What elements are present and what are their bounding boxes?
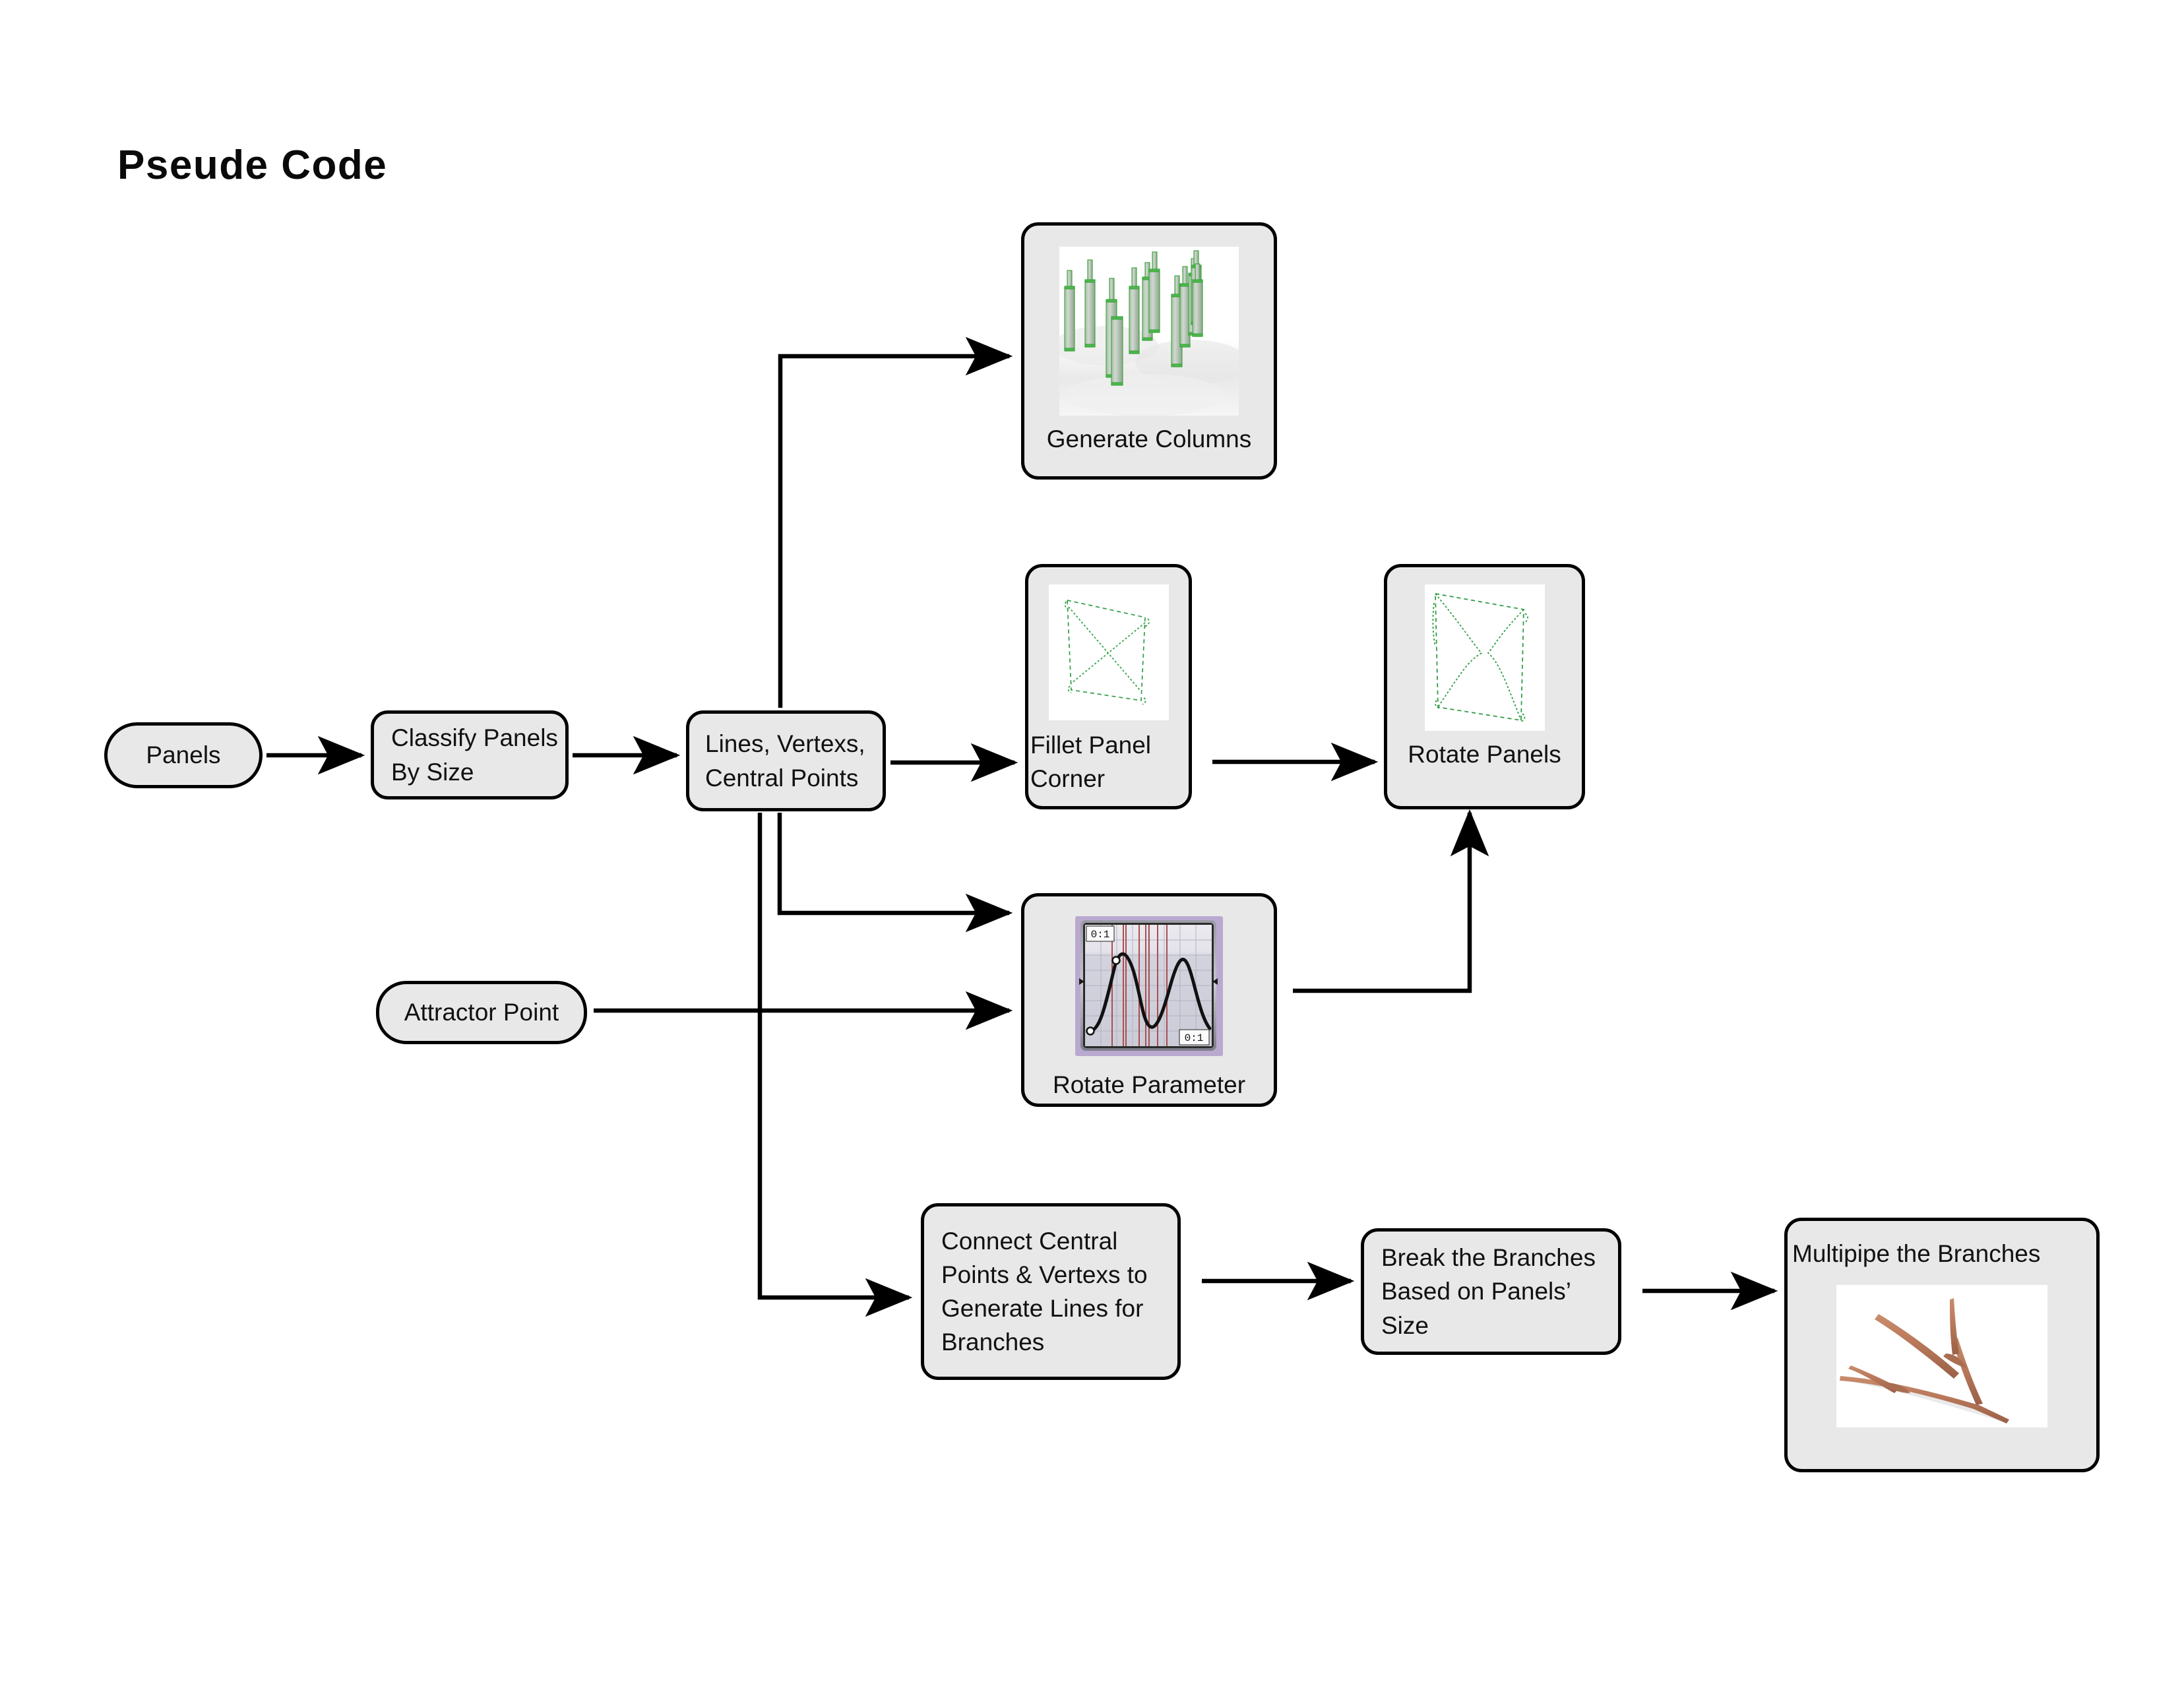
connector-lines-columns: [778, 336, 1013, 708]
generate-columns-thumbnail: [1059, 247, 1239, 416]
node-connect-central-points[interactable]: Connect Central Points & Vertexs to Gene…: [921, 1203, 1181, 1380]
node-rotate-panels[interactable]: Rotate Panels: [1384, 564, 1585, 809]
connector-lines-rotateparam: [777, 813, 1013, 933]
node-multipipe-branches[interactable]: Multipipe the Branches: [1784, 1218, 2100, 1472]
node-attractor-point[interactable]: Attractor Point: [376, 981, 587, 1044]
node-break-label: Break the Branches Based on Panels’ Size: [1381, 1244, 1596, 1339]
fillet-panel-corner-thumbnail: [1048, 584, 1169, 720]
node-multipipe-label: Multipipe the Branches: [1792, 1240, 2041, 1267]
node-classify-label: Classify Panels By Size: [391, 724, 558, 786]
node-rotate-panels-label: Rotate Panels: [1408, 741, 1561, 768]
node-classify-panels-by-size[interactable]: Classify Panels By Size: [371, 710, 569, 799]
node-fillet-panel-corner[interactable]: Fillet Panel Corner: [1025, 564, 1192, 809]
page-title: Pseude Code: [117, 142, 388, 188]
node-fillet-panel-corner-label: Fillet Panel Corner: [1030, 732, 1152, 793]
node-break-branches[interactable]: Break the Branches Based on Panels’ Size: [1361, 1228, 1621, 1355]
multipipe-branches-thumbnail: [1836, 1285, 2047, 1428]
graph-mapper-thumbnail: 0:1 0:1: [1074, 912, 1224, 1063]
node-generate-columns-label: Generate Columns: [1046, 425, 1252, 453]
node-connect-label: Connect Central Points & Vertexs to Gene…: [941, 1227, 1148, 1356]
connector-rotateparam-rotatepanels: [1293, 809, 1489, 993]
node-panels-label: Panels: [146, 741, 221, 769]
rotate-panels-thumbnail: [1424, 584, 1545, 731]
node-panels[interactable]: Panels: [104, 722, 263, 788]
node-attractor-label: Attractor Point: [404, 999, 559, 1026]
node-generate-columns[interactable]: Generate Columns: [1021, 222, 1277, 480]
node-rotate-parameter-label: Rotate Parameter: [1052, 1071, 1246, 1098]
node-rotate-parameter[interactable]: 0:1 0:1 Rotate Parameter: [1021, 893, 1277, 1107]
node-lines-vertexs-central-points[interactable]: Lines, Vertexs, Central Points: [686, 710, 886, 811]
graph-domain-bottom-label: 0:1: [1185, 1032, 1204, 1044]
connector-lines-connect: [757, 813, 913, 1317]
node-lines-label: Lines, Vertexs, Central Points: [705, 730, 865, 792]
graph-domain-top-label: 0:1: [1091, 929, 1110, 941]
diagram-canvas: Pseude Code Panels Classify Panels By Si…: [0, 0, 2184, 1688]
